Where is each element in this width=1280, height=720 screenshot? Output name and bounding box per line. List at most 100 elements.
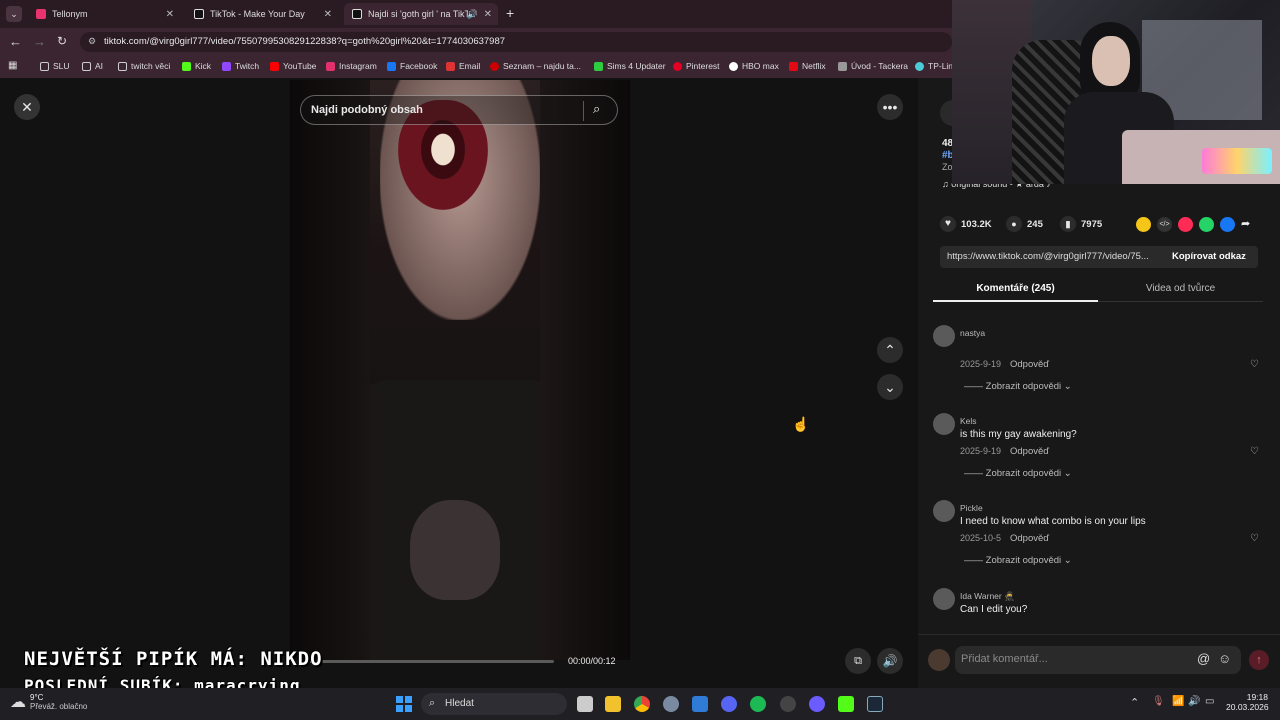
progress-track[interactable] bbox=[298, 660, 554, 663]
weather-widget[interactable]: ☁ 9°C Převáž. oblačno bbox=[10, 692, 87, 712]
battery-icon[interactable]: ▭ bbox=[1205, 696, 1214, 707]
reload-icon[interactable]: ↻ bbox=[57, 34, 67, 48]
show-replies-button[interactable]: —— Zobrazit odpovědi ⌄ bbox=[964, 468, 1072, 479]
bookmark-email[interactable]: Email bbox=[446, 61, 480, 71]
comment-avatar[interactable] bbox=[933, 500, 955, 522]
whatsapp-icon[interactable] bbox=[1199, 217, 1214, 232]
friends-share-icon[interactable] bbox=[1136, 217, 1151, 232]
tiktok-icon bbox=[352, 9, 362, 19]
steam-icon[interactable] bbox=[867, 696, 883, 712]
reply-button[interactable]: Odpověď bbox=[1010, 533, 1049, 544]
webcam-keyboard bbox=[1202, 148, 1272, 174]
spotify-icon[interactable] bbox=[750, 696, 766, 712]
close-icon[interactable]: ✕ bbox=[166, 9, 174, 20]
comment-author[interactable]: Ida Warner 🥷 bbox=[960, 591, 1015, 602]
next-video-button[interactable]: ⌄ bbox=[877, 374, 903, 400]
video-link-text[interactable]: https://www.tiktok.com/@virg0girl777/vid… bbox=[947, 251, 1149, 262]
new-tab-button[interactable]: + bbox=[506, 5, 514, 21]
close-icon[interactable]: ✕ bbox=[324, 9, 332, 20]
tab-tiktok-home[interactable]: TikTok - Make Your Day ✕ bbox=[186, 3, 338, 25]
comment-avatar[interactable] bbox=[933, 413, 955, 435]
taskbar-search[interactable]: ⌕ Hledat bbox=[421, 693, 567, 715]
discord-icon[interactable] bbox=[721, 696, 737, 712]
pip-button[interactable]: ⧉ bbox=[845, 648, 871, 674]
save-button[interactable]: ▮ 7975 bbox=[1060, 216, 1102, 232]
speaker-icon[interactable]: 🔊 bbox=[467, 9, 478, 20]
bookmark-slu[interactable]: SLU bbox=[40, 61, 70, 71]
copy-link-button[interactable]: Kopírovat odkaz bbox=[1172, 251, 1246, 262]
bookmark-youtube[interactable]: YouTube bbox=[270, 61, 316, 71]
site-info-icon[interactable]: ⚙ bbox=[88, 36, 96, 47]
bookmark-ai[interactable]: AI bbox=[82, 61, 103, 71]
close-video-button[interactable]: ✕ bbox=[14, 94, 40, 120]
url-field[interactable]: ⚙ tiktok.com/@virg0girl777/video/7550799… bbox=[80, 32, 952, 52]
back-icon[interactable]: ← bbox=[9, 34, 22, 49]
app-icon[interactable] bbox=[809, 696, 825, 712]
bookmark-instagram[interactable]: Instagram bbox=[326, 61, 377, 71]
photos-icon[interactable] bbox=[692, 696, 708, 712]
volume-button[interactable]: 🔊 bbox=[877, 648, 903, 674]
chevron-up-icon[interactable]: ⌃ bbox=[1130, 696, 1139, 709]
emoji-icon[interactable]: ☺ bbox=[1218, 651, 1231, 666]
tab-search-button[interactable]: ⌄ bbox=[6, 6, 22, 22]
bookmark-sims[interactable]: Sims 4 Updater bbox=[594, 61, 666, 71]
kick-icon[interactable] bbox=[838, 696, 854, 712]
comment-avatar[interactable] bbox=[933, 325, 955, 347]
add-comment-input[interactable]: Přidat komentář... @ ☺ bbox=[955, 646, 1241, 674]
tab-creator-videos[interactable]: Videa od tvůrce bbox=[1098, 278, 1263, 302]
embed-icon[interactable]: </> bbox=[1157, 217, 1172, 232]
bookmark-tplink[interactable]: TP-Link bbox=[915, 61, 957, 71]
reply-button[interactable]: Odpověď bbox=[1010, 359, 1049, 370]
start-button[interactable] bbox=[396, 696, 412, 712]
comment-author[interactable]: nastya bbox=[960, 328, 985, 338]
wifi-icon[interactable]: 📶 bbox=[1172, 696, 1184, 707]
tab-bar: ⌄ Tellonym ✕ TikTok - Make Your Day ✕ Na… bbox=[0, 0, 952, 28]
apps-icon[interactable]: ▦ bbox=[8, 60, 17, 71]
bookmark-twitch[interactable]: Twitch bbox=[222, 61, 259, 71]
bookmark-facebook[interactable]: Facebook bbox=[387, 61, 437, 71]
comment-avatar[interactable] bbox=[933, 588, 955, 610]
file-explorer-icon[interactable] bbox=[605, 696, 621, 712]
bookmark-kick[interactable]: Kick bbox=[182, 61, 211, 71]
settings-icon[interactable] bbox=[663, 696, 679, 712]
task-view-icon[interactable] bbox=[577, 696, 593, 712]
bookmark-twitch-veci[interactable]: twitch věci bbox=[118, 61, 170, 71]
comment-like-icon[interactable]: ♡ bbox=[1250, 359, 1259, 370]
search-icon[interactable]: ⌕ bbox=[593, 101, 600, 117]
like-button[interactable]: ♥ 103.2K bbox=[940, 216, 992, 232]
more-options-button[interactable]: ••• bbox=[877, 94, 903, 120]
video-player[interactable] bbox=[290, 80, 630, 660]
send-comment-button[interactable]: ↑ bbox=[1249, 650, 1269, 670]
show-replies-button[interactable]: —— Zobrazit odpovědi ⌄ bbox=[964, 381, 1072, 392]
comment-button[interactable]: ● 245 bbox=[1006, 216, 1043, 232]
chrome-icon[interactable] bbox=[634, 696, 650, 712]
comment-author[interactable]: Pickle bbox=[960, 503, 983, 513]
close-icon[interactable]: ✕ bbox=[484, 9, 492, 20]
comment-like-icon[interactable]: ♡ bbox=[1250, 533, 1259, 544]
similar-content-search[interactable]: Najdi podobný obsah ⌕ bbox=[300, 95, 618, 125]
tab-tellonym[interactable]: Tellonym ✕ bbox=[28, 3, 180, 25]
send-icon[interactable] bbox=[1178, 217, 1193, 232]
microphone-icon[interactable]: 🎙 bbox=[1152, 696, 1165, 707]
facebook-icon[interactable] bbox=[1220, 217, 1235, 232]
show-replies-button[interactable]: —— Zobrazit odpovědi ⌄ bbox=[964, 555, 1072, 566]
bookmark-tackera[interactable]: Úvod - Tackera bbox=[838, 61, 908, 71]
forward-icon[interactable]: → bbox=[33, 34, 46, 49]
comment-author[interactable]: Kels bbox=[960, 416, 977, 426]
current-user-avatar[interactable] bbox=[928, 649, 950, 671]
bookmark-hbo[interactable]: HBO max bbox=[729, 61, 779, 71]
tab-comments[interactable]: Komentáře (245) bbox=[933, 278, 1098, 302]
clock[interactable]: 19:18 20.03.2026 bbox=[1226, 692, 1269, 712]
bookmark-pinterest[interactable]: Pinterest bbox=[673, 61, 720, 71]
search-placeholder: Najdi podobný obsah bbox=[311, 104, 423, 116]
tab-tiktok-goth[interactable]: Najdi si 'goth girl ' na TikTo 🔊 ✕ bbox=[344, 3, 498, 25]
volume-icon[interactable]: 🔊 bbox=[1188, 696, 1200, 707]
mention-icon[interactable]: @ bbox=[1197, 651, 1210, 666]
previous-video-button[interactable]: ⌃ bbox=[877, 337, 903, 363]
obs-icon[interactable] bbox=[780, 696, 796, 712]
share-arrow-icon[interactable]: ➦ bbox=[1241, 217, 1250, 232]
bookmark-seznam[interactable]: Seznam – najdu ta... bbox=[490, 61, 581, 71]
reply-button[interactable]: Odpověď bbox=[1010, 446, 1049, 457]
bookmark-netflix[interactable]: Netflix bbox=[789, 61, 826, 71]
comment-like-icon[interactable]: ♡ bbox=[1250, 446, 1259, 457]
